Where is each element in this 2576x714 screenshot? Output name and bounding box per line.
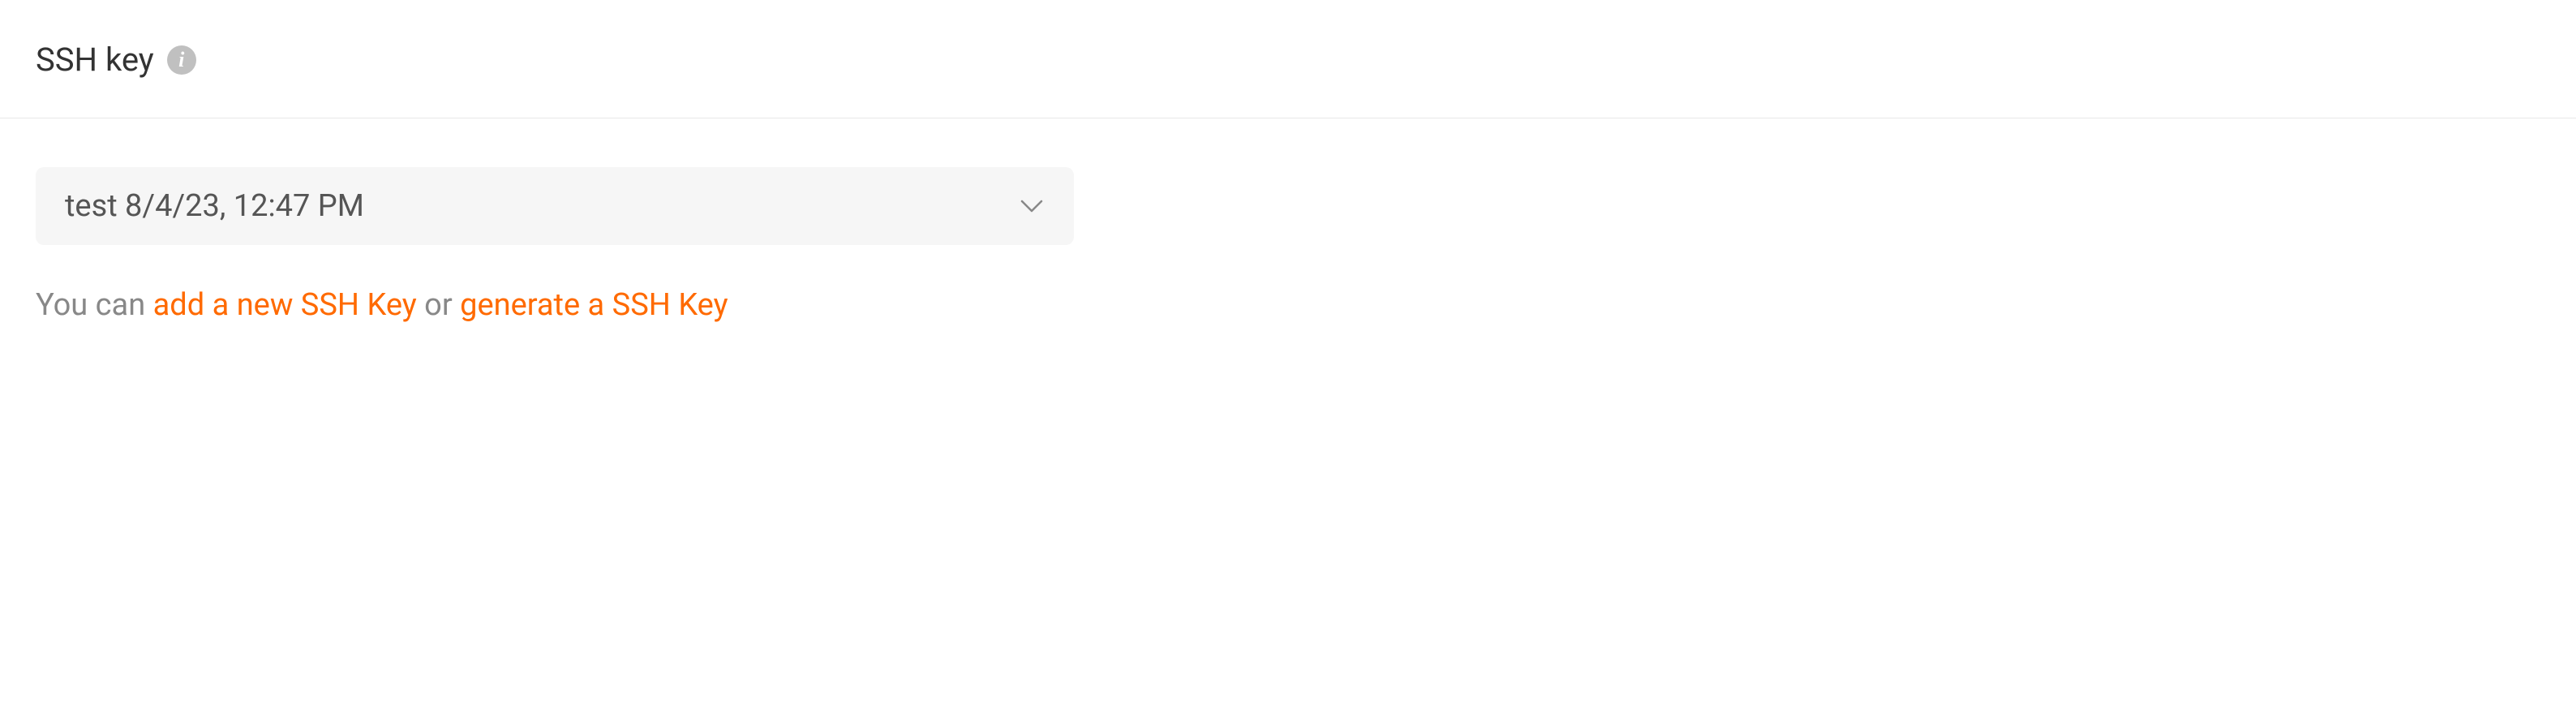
ssh-key-select-container: test 8/4/23, 12:47 PM bbox=[36, 167, 1074, 245]
info-icon[interactable]: i bbox=[167, 45, 196, 75]
generate-ssh-key-link[interactable]: generate a SSH Key bbox=[460, 287, 728, 323]
ssh-key-select[interactable]: test 8/4/23, 12:47 PM bbox=[36, 167, 1074, 245]
helper-middle: or bbox=[417, 287, 460, 323]
helper-text: You can add a new SSH Key or generate a … bbox=[36, 287, 2540, 323]
section-header: SSH key i bbox=[0, 0, 2576, 118]
content-area: test 8/4/23, 12:47 PM You can add a new … bbox=[0, 118, 2576, 323]
chevron-down-icon bbox=[1019, 193, 1045, 219]
helper-prefix: You can bbox=[36, 287, 153, 323]
ssh-key-select-value: test 8/4/23, 12:47 PM bbox=[65, 188, 364, 224]
section-title: SSH key bbox=[36, 41, 154, 79]
add-ssh-key-link[interactable]: add a new SSH Key bbox=[153, 287, 417, 323]
